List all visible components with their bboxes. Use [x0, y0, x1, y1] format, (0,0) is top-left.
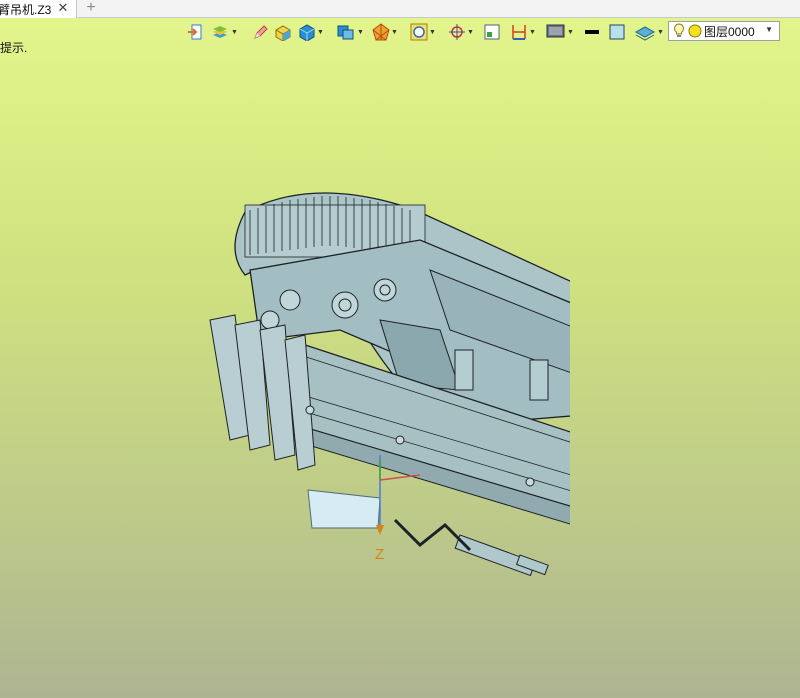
box-yellow-icon[interactable]	[274, 21, 292, 43]
layer-stack-icon[interactable]: ▼	[210, 21, 238, 43]
crane-model[interactable]	[190, 180, 570, 590]
frame-icon[interactable]	[484, 21, 500, 43]
layer-mode-icon[interactable]: ▼	[634, 21, 664, 43]
document-tab-bar: 臂吊机.Z3 ✕ +	[0, 0, 800, 18]
pencil-icon[interactable]	[252, 21, 268, 43]
z-axis-label: Z	[375, 546, 385, 563]
layer-color-dot-icon	[688, 24, 702, 38]
document-tab[interactable]: 臂吊机.Z3 ✕	[0, 0, 77, 18]
hint-text: 提示.	[0, 41, 28, 55]
view-cube-icon[interactable]: ▼	[336, 21, 364, 43]
lightbulb-icon[interactable]	[673, 23, 685, 39]
close-icon[interactable]: ✕	[56, 1, 70, 15]
display-icon[interactable]: ▼	[546, 21, 574, 43]
snap-target-icon[interactable]: ▼	[448, 21, 474, 43]
layer-selector[interactable]: 图层0000 ▼	[668, 21, 780, 41]
line-color-icon[interactable]	[584, 21, 600, 43]
layer-name: 图层0000	[704, 24, 755, 39]
fill-color-icon[interactable]	[608, 21, 626, 43]
add-tab-icon[interactable]: +	[84, 0, 98, 16]
zoom-icon[interactable]: ▼	[410, 21, 436, 43]
chevron-down-icon[interactable]: ▼	[765, 25, 773, 34]
exit-icon[interactable]	[186, 21, 204, 43]
dimension-icon[interactable]: ▼	[510, 21, 536, 43]
cube-blue-icon[interactable]: ▼	[298, 21, 324, 43]
render-sphere-icon[interactable]: ▼	[372, 21, 398, 43]
tab-title: 臂吊机.Z3	[0, 2, 52, 17]
